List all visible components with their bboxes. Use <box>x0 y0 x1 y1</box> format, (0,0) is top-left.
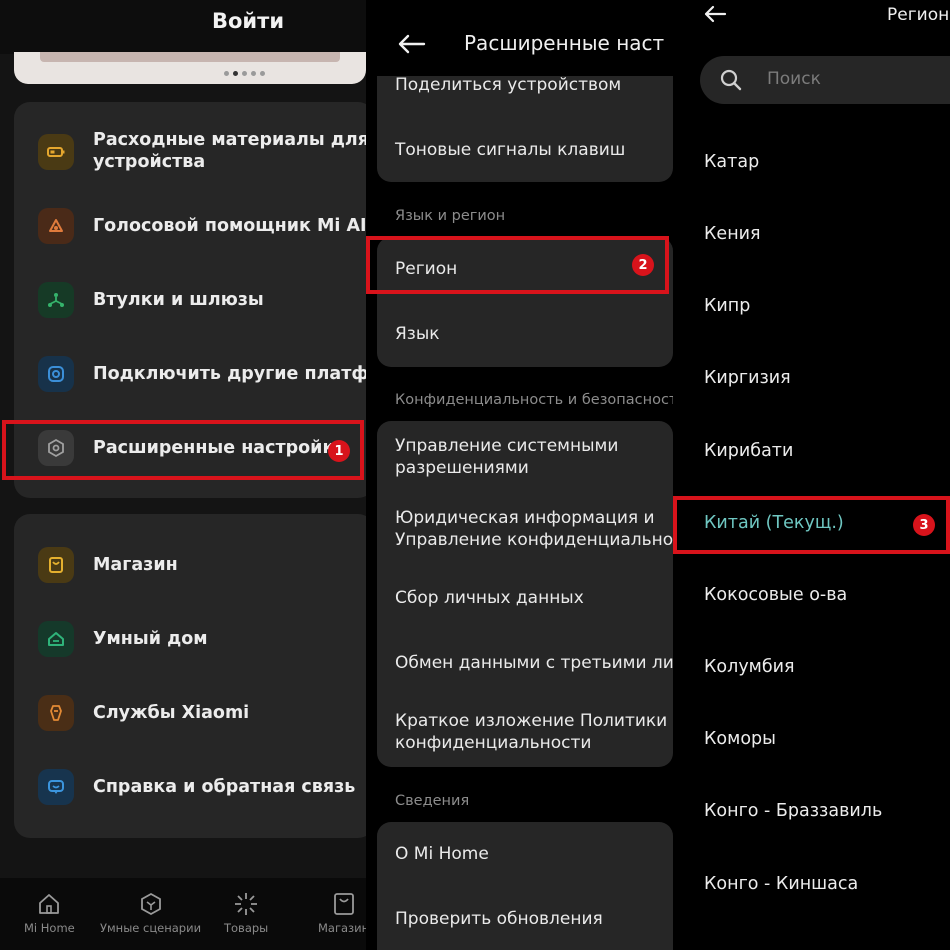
menu-item-consumables[interactable]: Расходные материалы для устройства <box>38 130 366 172</box>
menu-item-label: Умный дом <box>93 629 208 649</box>
mi-ai-icon <box>38 208 74 244</box>
label-line: разрешениями <box>395 458 529 478</box>
page-title: Регион <box>887 5 950 25</box>
region-option[interactable]: Кирибати <box>704 441 793 461</box>
xiaomi-service-icon <box>38 695 74 731</box>
label-line: Расходные материалы для <box>93 130 366 150</box>
region-option[interactable]: Конго - Киншаса <box>704 874 858 894</box>
key-tones-item[interactable]: Тоновые сигналы клавиш <box>395 139 625 161</box>
menu-item-hubs-gateways[interactable]: Втулки и шлюзы <box>38 282 264 318</box>
search-icon <box>720 69 742 91</box>
header-bar: Войти <box>0 0 366 54</box>
promo-banner[interactable] <box>14 52 366 84</box>
back-arrow-icon[interactable] <box>703 4 727 24</box>
label-line: Управление системными <box>395 436 619 456</box>
page-title: Расширенные наст <box>464 31 665 55</box>
language-item[interactable]: Язык <box>395 323 440 345</box>
nav-products[interactable]: Товары <box>224 890 268 935</box>
smart-home-icon <box>38 621 74 657</box>
menu-item-smart-home[interactable]: Умный дом <box>38 621 208 657</box>
nav-label: Товары <box>224 921 269 935</box>
step-badge-2: 2 <box>632 254 654 276</box>
sparkle-icon <box>235 893 258 915</box>
region-option[interactable]: Катар <box>704 152 759 172</box>
advanced-settings-panel: Расширенные наст Поделиться устройством … <box>366 0 673 950</box>
nav-store[interactable]: Магазин <box>318 890 366 935</box>
check-updates-item[interactable]: Проверить обновления <box>395 908 603 930</box>
region-option[interactable]: Колумбия <box>704 657 795 677</box>
scenes-icon <box>140 892 161 916</box>
legal-privacy-item[interactable]: Юридическая информация и Управление конф… <box>395 507 673 551</box>
label-line: устройства <box>93 152 206 172</box>
nav-label: Магазин <box>318 921 366 935</box>
privacy-summary-item[interactable]: Краткое изложение Политики конфиденциаль… <box>395 710 667 754</box>
menu-item-mi-ai[interactable]: Голосовой помощник Mi AI <box>38 208 366 244</box>
banner-pagination <box>224 71 265 76</box>
search-placeholder: Поиск <box>767 69 821 89</box>
step-badge-1: 1 <box>328 440 350 462</box>
label-line: Управление конфиденциальнос <box>395 530 673 550</box>
search-input[interactable]: Поиск <box>700 56 950 104</box>
menu-item-store[interactable]: Магазин <box>38 547 178 583</box>
region-option[interactable]: Киргизия <box>704 368 791 388</box>
back-arrow-icon[interactable] <box>396 33 426 55</box>
pagination-dot-active <box>233 71 238 76</box>
menu-item-label: Голосовой помощник Mi AI <box>93 216 366 236</box>
section-header-info: Сведения <box>395 793 470 809</box>
section-header-privacy: Конфиденциальность и безопасност <box>395 392 673 408</box>
personal-data-item[interactable]: Сбор личных данных <box>395 587 584 609</box>
menu-item-xiaomi-services[interactable]: Службы Xiaomi <box>38 695 249 731</box>
mi-home-profile-panel: Войти Расходные материалы для устройства… <box>0 0 366 950</box>
login-title[interactable]: Войти <box>212 9 284 33</box>
pagination-dot <box>242 71 247 76</box>
hub-icon <box>38 282 74 318</box>
pagination-dot <box>251 71 256 76</box>
banner-image <box>40 52 340 62</box>
third-party-sharing-item[interactable]: Обмен данными с третьими ли <box>395 652 673 674</box>
menu-item-label: Расходные материалы для устройства <box>93 129 366 173</box>
pagination-dot <box>224 71 229 76</box>
region-option[interactable]: Кокосовые о-ва <box>704 585 847 605</box>
label-line: Краткое изложение Политики <box>395 711 668 731</box>
menu-item-label: Подключить другие платформ <box>93 364 366 384</box>
menu-item-label: Справка и обратная связь <box>93 777 356 797</box>
about-mi-home-item[interactable]: О Mi Home <box>395 843 489 865</box>
step-badge-3: 3 <box>913 514 935 536</box>
label-line: конфиденциальности <box>395 733 592 753</box>
home-icon <box>39 894 60 914</box>
region-option[interactable]: Кения <box>704 224 761 244</box>
region-option[interactable]: Конго - Браззавиль <box>704 801 882 821</box>
connect-platform-icon <box>38 356 74 392</box>
region-option[interactable]: Коморы <box>704 729 776 749</box>
nav-mi-home[interactable]: Mi Home <box>24 890 75 935</box>
bag-icon <box>333 893 354 915</box>
region-select-panel: Регион Поиск Катар Кения Кипр Киргизия К… <box>673 0 950 950</box>
feedback-icon <box>38 769 74 805</box>
highlight-region <box>366 236 669 294</box>
store-icon <box>38 547 74 583</box>
nav-label: Mi Home <box>24 921 75 935</box>
bottom-navigation: Mi Home Умные сценарии Товары Магазин <box>0 878 366 950</box>
menu-item-help-feedback[interactable]: Справка и обратная связь <box>38 769 355 805</box>
menu-item-label: Втулки и шлюзы <box>93 290 264 310</box>
nav-smart-scenes[interactable]: Умные сценарии <box>100 890 201 935</box>
menu-item-connect-platforms[interactable]: Подключить другие платформ <box>38 356 366 392</box>
highlight-current-region <box>673 496 950 554</box>
share-device-item[interactable]: Поделиться устройством <box>395 74 621 96</box>
label-line: Юридическая информация и <box>395 508 655 528</box>
region-option[interactable]: Кипр <box>704 296 750 316</box>
battery-icon <box>38 134 74 170</box>
nav-label: Умные сценарии <box>100 921 202 935</box>
menu-item-label: Магазин <box>93 555 178 575</box>
settings-group-info <box>377 822 673 950</box>
section-header-language-region: Язык и регион <box>395 208 506 224</box>
menu-item-label: Службы Xiaomi <box>93 703 250 723</box>
pagination-dot <box>260 71 265 76</box>
system-permissions-item[interactable]: Управление системными разрешениями <box>395 435 618 479</box>
highlight-advanced-settings <box>2 420 364 480</box>
